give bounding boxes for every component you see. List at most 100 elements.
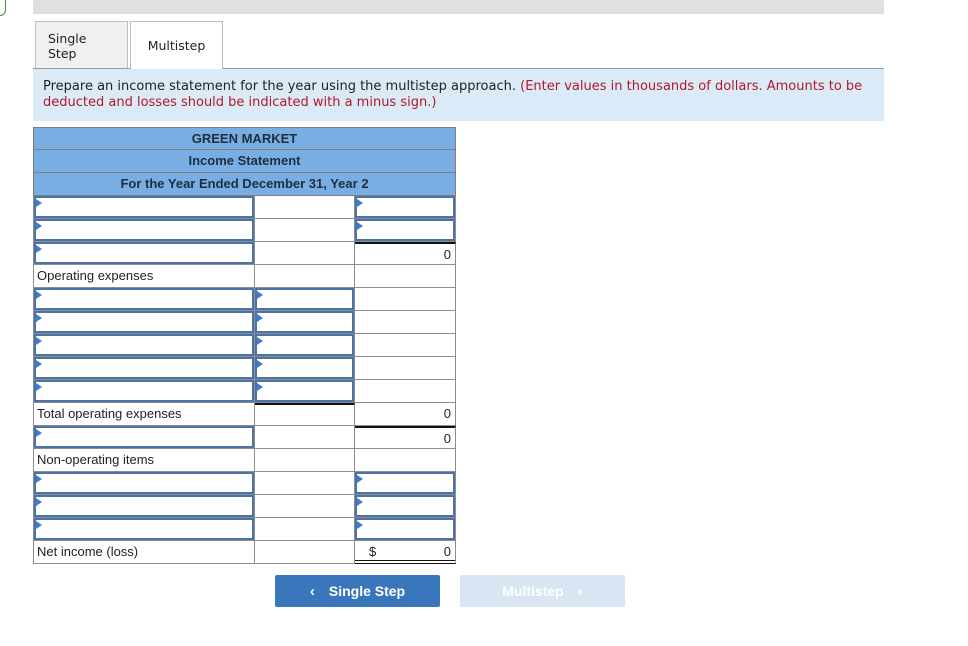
label-input[interactable] <box>33 196 255 219</box>
dropdown-indicator-icon <box>36 199 42 207</box>
total-operating-expenses-label: Total operating expenses <box>33 403 255 426</box>
table-row: Non-operating items <box>33 449 456 472</box>
amount-cell <box>255 449 355 472</box>
dropdown-indicator-icon <box>357 521 363 529</box>
amount-cell <box>255 495 355 518</box>
chevron-left-icon: ‹ <box>309 582 315 600</box>
company-name: GREEN MARKET <box>33 127 456 150</box>
operating-income-value: 0 <box>355 426 456 449</box>
table-row <box>33 288 456 311</box>
statement-title: Income Statement <box>33 150 456 173</box>
dropdown-indicator-icon <box>357 199 363 207</box>
table-row <box>33 472 456 495</box>
total-cell <box>355 288 456 311</box>
dropdown-indicator-icon <box>257 383 263 391</box>
total-cell <box>355 311 456 334</box>
table-row <box>33 380 456 403</box>
tab-bar: Single Step Multistep <box>35 21 223 69</box>
operating-expenses-label: Operating expenses <box>33 265 255 288</box>
dropdown-indicator-icon <box>36 475 42 483</box>
non-operating-items-label: Non-operating items <box>33 449 255 472</box>
total-input[interactable] <box>355 219 456 242</box>
total-input[interactable] <box>355 518 456 541</box>
dropdown-indicator-icon <box>36 222 42 230</box>
top-bar <box>33 0 884 14</box>
dropdown-indicator-icon <box>257 337 263 345</box>
tab-single-step[interactable]: Single Step <box>35 21 128 69</box>
dropdown-indicator-icon <box>36 337 42 345</box>
income-statement: GREEN MARKET Income Statement For the Ye… <box>33 127 456 564</box>
instructions-text: Prepare an income statement for the year… <box>43 79 516 94</box>
total-cell <box>355 380 456 403</box>
dropdown-indicator-icon <box>357 222 363 230</box>
table-row: Total operating expenses 0 <box>33 403 456 426</box>
label-input[interactable] <box>33 518 255 541</box>
amount-input[interactable] <box>255 288 355 311</box>
amount-cell <box>255 219 355 242</box>
amount-cell <box>255 472 355 495</box>
net-income-value-cell: $ 0 <box>355 541 456 564</box>
total-cell <box>355 449 456 472</box>
amount-cell <box>255 426 355 449</box>
dropdown-indicator-icon <box>36 498 42 506</box>
amount-cell <box>255 403 355 426</box>
total-input[interactable] <box>355 495 456 518</box>
previous-button-label: Single Step <box>328 583 406 599</box>
previous-single-step-button[interactable]: ‹ Single Step <box>275 575 440 607</box>
dropdown-indicator-icon <box>36 521 42 529</box>
table-row: Net income (loss) $ 0 <box>33 541 456 564</box>
amount-input[interactable] <box>255 311 355 334</box>
dropdown-indicator-icon <box>36 245 42 253</box>
total-cell <box>355 334 456 357</box>
tab-multistep[interactable]: Multistep <box>130 21 223 69</box>
dropdown-indicator-icon <box>36 429 42 437</box>
table-row <box>33 219 456 242</box>
table-row <box>33 518 456 541</box>
amount-input[interactable] <box>255 357 355 380</box>
amount-cell <box>255 196 355 219</box>
next-multistep-button[interactable]: Multistep › <box>460 575 625 607</box>
table-row <box>33 311 456 334</box>
label-input[interactable] <box>33 334 255 357</box>
amount-input[interactable] <box>255 380 355 403</box>
label-input[interactable] <box>33 495 255 518</box>
label-input[interactable] <box>33 380 255 403</box>
dropdown-indicator-icon <box>257 314 263 322</box>
table-row <box>33 334 456 357</box>
label-input[interactable] <box>33 219 255 242</box>
dropdown-indicator-icon <box>357 498 363 506</box>
label-input[interactable] <box>33 311 255 334</box>
chevron-right-icon: › <box>577 582 583 600</box>
total-cell <box>355 357 456 380</box>
table-row <box>33 495 456 518</box>
total-operating-expenses-value: 0 <box>355 403 456 426</box>
dropdown-indicator-icon <box>36 314 42 322</box>
label-input[interactable] <box>33 472 255 495</box>
label-input[interactable] <box>33 426 255 449</box>
label-input[interactable] <box>33 288 255 311</box>
statement-period: For the Year Ended December 31, Year 2 <box>33 173 456 196</box>
label-input[interactable] <box>33 357 255 380</box>
amount-input[interactable] <box>255 334 355 357</box>
net-income-value: 0 <box>443 544 451 559</box>
table-row <box>33 196 456 219</box>
table-row <box>33 357 456 380</box>
amount-cell <box>255 518 355 541</box>
amount-cell <box>255 265 355 288</box>
dropdown-indicator-icon <box>36 360 42 368</box>
total-input[interactable] <box>355 472 456 495</box>
net-income-label: Net income (loss) <box>33 541 255 564</box>
total-input[interactable] <box>355 196 456 219</box>
total-cell <box>355 265 456 288</box>
label-input[interactable] <box>33 242 255 265</box>
amount-cell <box>255 242 355 265</box>
dropdown-indicator-icon <box>257 291 263 299</box>
currency-symbol: $ <box>369 544 377 559</box>
corner-mark <box>0 0 6 16</box>
gross-profit-value: 0 <box>355 242 456 265</box>
table-row: 0 <box>33 242 456 265</box>
instructions-panel: Prepare an income statement for the year… <box>33 68 884 121</box>
dropdown-indicator-icon <box>36 383 42 391</box>
next-button-label: Multistep <box>502 583 564 599</box>
table-row: 0 <box>33 426 456 449</box>
